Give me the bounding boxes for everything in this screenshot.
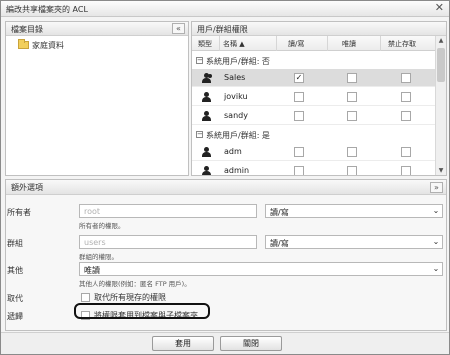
acl-row-name: admin (224, 166, 250, 175)
folder-pane: 檔案目錄 « 家庭資料 (5, 21, 189, 176)
read-write-checkbox[interactable] (294, 166, 304, 175)
owner-permission-select[interactable]: 讀/寫 ⌄ (265, 204, 443, 218)
acl-row-sandy[interactable]: sandy (192, 107, 436, 125)
group-permission-select[interactable]: 讀/寫 ⌄ (265, 235, 443, 249)
user-icon (201, 166, 213, 175)
others-label: 其他 (7, 266, 23, 275)
replace-label: 取代 (7, 294, 23, 303)
close-button[interactable]: 關閉 (220, 336, 282, 351)
acl-row-name: joviku (224, 92, 248, 101)
chevron-down-icon[interactable]: ⌄ (430, 205, 442, 217)
user-icon (201, 147, 213, 157)
tree-item-folder[interactable]: 家庭資料 (18, 39, 64, 51)
column-deny[interactable]: 禁止存取 (388, 39, 416, 49)
column-divider (380, 36, 381, 51)
collapse-pane-button[interactable]: « (172, 23, 185, 34)
deny-checkbox[interactable] (401, 166, 411, 175)
acl-row-name: adm (224, 147, 242, 156)
options-pane-title: 額外選項 (11, 183, 43, 192)
owner-hint: 所有者的權限。 (79, 222, 125, 230)
acl-scrollbar[interactable]: ▲ ▼ (435, 36, 446, 175)
column-divider (327, 36, 328, 51)
highlight-ring (74, 303, 210, 319)
user-icon (201, 92, 213, 102)
options-pane: 額外選項 » (5, 179, 447, 331)
collapse-icon[interactable]: − (196, 131, 203, 138)
dialog-footer: 套用 關閉 (1, 332, 449, 354)
column-read-only[interactable]: 唯讀 (342, 39, 356, 49)
folder-icon (18, 39, 29, 49)
scroll-down-icon[interactable]: ▼ (436, 166, 446, 175)
read-only-checkbox[interactable] (347, 111, 357, 121)
deny-checkbox[interactable] (401, 111, 411, 121)
group-label: 群組 (7, 239, 23, 248)
apply-button[interactable]: 套用 (152, 336, 214, 351)
column-read-write[interactable]: 讀/寫 (288, 39, 304, 49)
chevron-down-icon[interactable]: ⌄ (430, 263, 442, 275)
group-hint: 群組的權限。 (79, 253, 118, 261)
group-field: users (79, 235, 257, 249)
group-row-label: 系統用戶/群組: 是 (206, 131, 270, 140)
others-permission-value: 唯讀 (84, 266, 100, 275)
scroll-thumb[interactable] (437, 48, 445, 82)
read-write-checkbox[interactable] (294, 111, 304, 121)
acl-pane-header: 用戶/群組權限 (192, 22, 446, 36)
acl-row-joviku[interactable]: joviku (192, 88, 436, 106)
acl-column-header: 類型 名稱 ▲ 讀/寫 唯讀 禁止存取 (192, 36, 436, 51)
acl-pane: 用戶/群組權限 類型 名稱 ▲ 讀/寫 唯讀 禁止存取 − 系統用戶/群組: 否… (191, 21, 447, 176)
acl-pane-title: 用戶/群組權限 (197, 25, 248, 34)
group-row-non-system[interactable]: − 系統用戶/群組: 否 (192, 54, 436, 68)
acl-row-sales[interactable]: Sales ✓ (192, 69, 436, 87)
group-row-label: 系統用戶/群組: 否 (206, 57, 270, 66)
owner-field: root (79, 204, 257, 218)
read-only-checkbox[interactable] (347, 147, 357, 157)
acl-row-name: Sales (224, 73, 246, 82)
owner-permission-value: 讀/寫 (270, 208, 289, 217)
acl-row-name: sandy (224, 111, 248, 120)
read-write-checkbox[interactable]: ✓ (294, 73, 304, 83)
dialog-titlebar: 編改共享檔案夾的 ACL ✕ (1, 1, 449, 17)
deny-checkbox[interactable] (401, 147, 411, 157)
column-name[interactable]: 名稱 ▲ (223, 39, 245, 49)
group-value: users (84, 238, 106, 247)
folder-pane-header: 檔案目錄 « (6, 22, 188, 36)
collapse-icon[interactable]: − (196, 57, 203, 64)
acl-row-adm[interactable]: adm (192, 143, 436, 161)
others-permission-select[interactable]: 唯讀 ⌄ (79, 262, 443, 276)
acl-dialog: 編改共享檔案夾的 ACL ✕ 檔案目錄 « 家庭資料 用戶/群組權限 類型 名稱… (0, 0, 450, 355)
options-pane-header: 額外選項 » (6, 180, 446, 195)
column-divider (276, 36, 277, 51)
expand-options-button[interactable]: » (430, 182, 443, 193)
scroll-up-icon[interactable]: ▲ (436, 36, 446, 46)
group-row-system[interactable]: − 系統用戶/群組: 是 (192, 128, 436, 142)
replace-checkbox[interactable] (81, 293, 90, 302)
group-permission-value: 讀/寫 (270, 239, 289, 248)
read-only-checkbox[interactable] (347, 73, 357, 83)
user-icon (201, 111, 213, 121)
read-write-checkbox[interactable] (294, 92, 304, 102)
close-icon[interactable]: ✕ (435, 2, 444, 14)
folder-pane-title: 檔案目錄 (11, 25, 43, 34)
replace-checkbox-label[interactable]: 取代所有現存的權限 (94, 292, 166, 303)
recursive-label: 遞歸 (7, 312, 23, 321)
read-only-checkbox[interactable] (347, 92, 357, 102)
deny-checkbox[interactable] (401, 92, 411, 102)
read-write-checkbox[interactable] (294, 147, 304, 157)
column-type[interactable]: 類型 (198, 39, 212, 49)
acl-row-admin[interactable]: admin (192, 162, 436, 175)
owner-value: root (84, 207, 101, 216)
chevron-down-icon[interactable]: ⌄ (430, 236, 442, 248)
group-icon (201, 73, 213, 83)
dialog-title: 編改共享檔案夾的 ACL (6, 5, 88, 14)
deny-checkbox[interactable] (401, 73, 411, 83)
owner-label: 所有者 (7, 208, 31, 217)
column-divider (219, 36, 220, 51)
read-only-checkbox[interactable] (347, 166, 357, 175)
tree-item-label: 家庭資料 (32, 40, 64, 50)
others-hint: 其他人的權限(例如：匿名 FTP 用戶)。 (79, 280, 191, 288)
